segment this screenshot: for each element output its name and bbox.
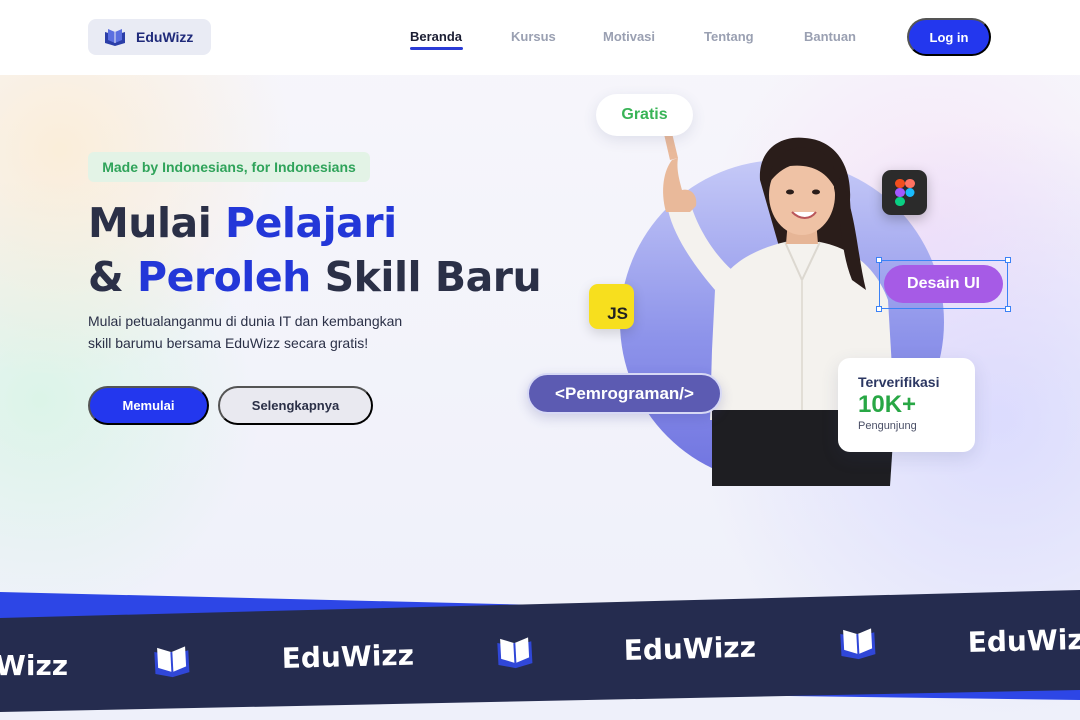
tagline-badge: Made by Indonesians, for Indonesians <box>88 152 370 182</box>
hero-headline: Mulai Pelajari & Peroleh Skill Baru <box>88 196 542 304</box>
headline-plain-1: Mulai <box>88 199 226 247</box>
figma-icon <box>882 170 927 215</box>
headline-line-2: & Peroleh Skill Baru <box>88 250 542 304</box>
selection-handle <box>876 257 882 263</box>
nav-bantuan[interactable]: Bantuan <box>804 29 856 44</box>
selection-handle <box>1005 306 1011 312</box>
stats-title: Terverifikasi <box>858 374 940 390</box>
nav-active-indicator <box>410 47 463 50</box>
headline-line-1: Mulai Pelajari <box>88 196 541 250</box>
learn-more-button[interactable]: Selengkapnya <box>218 386 373 425</box>
stats-label: Pengunjung <box>858 420 917 432</box>
javascript-icon: JS <box>589 284 634 329</box>
marquee-brand-3: EduWizz <box>967 623 1080 659</box>
nav-motivasi[interactable]: Motivasi <box>603 29 655 44</box>
headline-suffix-2: Skill Baru <box>310 253 542 301</box>
headline-accent-1: Pelajari <box>225 199 397 247</box>
selection-frame <box>876 257 1011 312</box>
logo[interactable]: EduWizz <box>88 19 211 55</box>
stats-value: 10K+ <box>858 391 917 418</box>
subtext-line-2: skill barumu bersama EduWizz secara grat… <box>88 335 369 351</box>
headline-accent-2: Peroleh <box>137 253 311 301</box>
start-button[interactable]: Memulai <box>88 386 209 425</box>
selection-handle <box>876 306 882 312</box>
hero-subtext: Mulai petualanganmu di dunia IT dan kemb… <box>88 310 468 354</box>
login-button[interactable]: Log in <box>907 18 991 56</box>
programming-chip: <Pemrograman/> <box>527 373 722 414</box>
free-chip: Gratis <box>596 94 693 136</box>
selection-handle <box>1005 257 1011 263</box>
marquee-brand-2: EduWizz <box>623 631 756 667</box>
nav-kursus[interactable]: Kursus <box>511 29 556 44</box>
nav-beranda[interactable]: Beranda <box>410 29 462 44</box>
marquee-brand-partial: Wizz <box>0 649 68 682</box>
navbar: EduWizz Beranda Kursus Motivasi Tentang … <box>0 0 1080 75</box>
subtext-line-1: Mulai petualanganmu di dunia IT dan kemb… <box>88 313 403 329</box>
marquee-brand-1: EduWizz <box>281 639 414 675</box>
headline-prefix-2: & <box>88 253 138 301</box>
logo-text: EduWizz <box>136 29 194 45</box>
nav-tentang[interactable]: Tentang <box>704 29 754 44</box>
book-icon <box>105 29 125 46</box>
stats-card: Terverifikasi 10K+ Pengunjung <box>838 358 975 452</box>
brand-marquee-banner: Wizz EduWizz EduWizz EduWizz <box>0 590 1080 712</box>
